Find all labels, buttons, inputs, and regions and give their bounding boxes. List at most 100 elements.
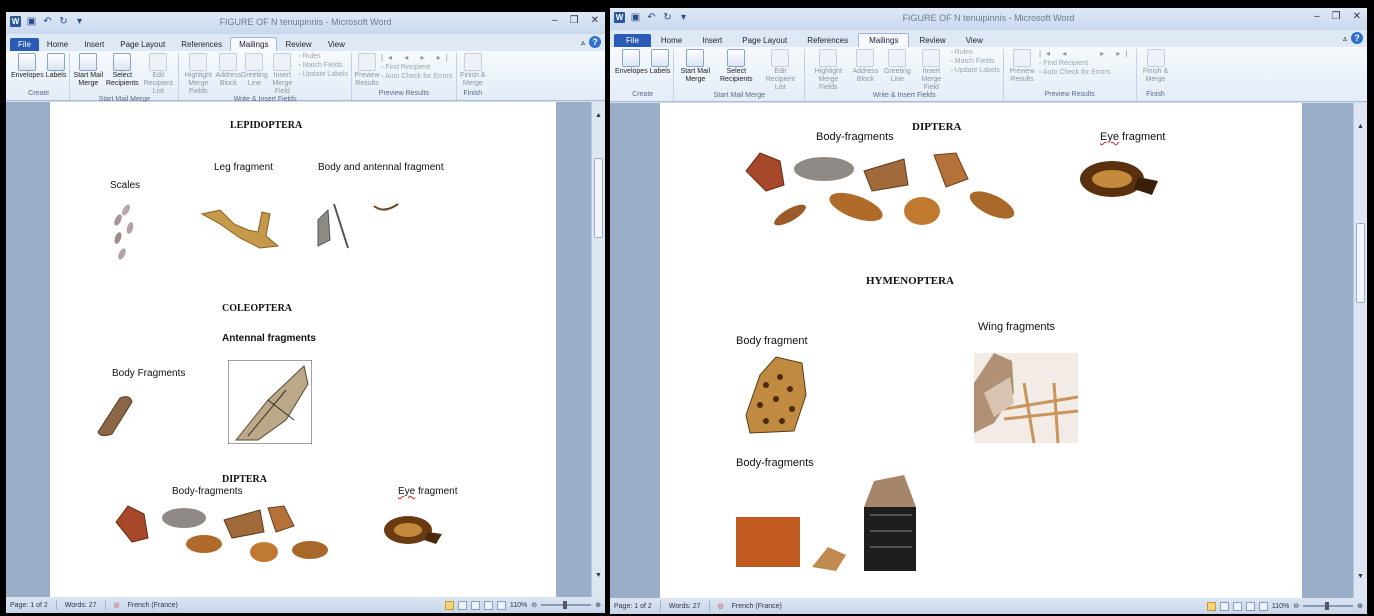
minimize-ribbon-icon[interactable]: ▵ <box>1343 34 1347 43</box>
zoom-slider[interactable] <box>1303 602 1354 610</box>
tab-review[interactable]: Review <box>909 34 955 47</box>
tab-references[interactable]: References <box>797 34 858 47</box>
envelopes-button[interactable]: Envelopes <box>615 49 648 76</box>
minimize-icon[interactable]: – <box>1314 11 1320 22</box>
tab-file[interactable]: File <box>614 34 651 47</box>
restore-icon[interactable]: ❐ <box>570 15 579 26</box>
finish-merge-button[interactable]: Finish & Merge <box>460 53 486 88</box>
zoom-in-icon[interactable]: ⊕ <box>595 601 601 609</box>
document-area[interactable]: DIPTERA Body-fragments Eye fragment HYME… <box>610 103 1353 598</box>
start-mail-merge-button[interactable]: Start Mail Merge <box>677 49 713 84</box>
record-navigation[interactable]: |◂ ◂ ▸ ▸| <box>1039 49 1133 58</box>
highlight-merge-fields-button[interactable]: Highlight Merge Fields <box>808 49 848 92</box>
scroll-down-icon[interactable]: ▼ <box>592 572 605 579</box>
scroll-down-icon[interactable]: ▼ <box>1354 573 1367 580</box>
preview-results-button[interactable]: Preview Results <box>354 53 379 88</box>
document-area[interactable]: LEPIDOPTERA Leg fragment Body and antenn… <box>6 102 591 597</box>
full-screen-view-button[interactable] <box>457 600 467 610</box>
rules-button[interactable]: Rules <box>298 53 348 60</box>
help-icon[interactable]: ? <box>1351 32 1363 44</box>
select-recipients-button[interactable]: Select Recipients <box>105 53 139 88</box>
match-fields-button[interactable]: Match Fields <box>950 58 1000 65</box>
insert-merge-field-button[interactable]: Insert Merge Field <box>268 53 296 96</box>
outline-view-button[interactable] <box>483 600 493 610</box>
greeting-line-button[interactable]: Greeting Line <box>241 53 268 88</box>
finish-merge-button[interactable]: Finish & Merge <box>1140 49 1172 84</box>
preview-icon <box>1012 49 1031 67</box>
find-recipient-button[interactable]: Find Recipient <box>381 64 453 71</box>
language-indicator[interactable]: French (France) <box>732 603 782 610</box>
word-count[interactable]: Words: 27 <box>65 602 97 609</box>
outline-view-button[interactable] <box>1245 601 1255 611</box>
language-indicator[interactable]: French (France) <box>128 602 178 609</box>
full-screen-view-button[interactable] <box>1219 601 1229 611</box>
vertical-scrollbar[interactable]: ▲ ▼ <box>1353 103 1367 598</box>
document-page[interactable]: DIPTERA Body-fragments Eye fragment HYME… <box>660 103 1302 598</box>
scroll-up-icon[interactable]: ▲ <box>1354 123 1367 130</box>
zoom-slider[interactable] <box>541 601 592 609</box>
rules-button[interactable]: Rules <box>950 49 1000 56</box>
tab-mailings[interactable]: Mailings <box>230 37 278 51</box>
tab-view[interactable]: View <box>956 34 993 47</box>
zoom-in-icon[interactable]: ⊕ <box>1357 602 1363 610</box>
minimize-icon[interactable]: – <box>552 15 558 26</box>
auto-check-errors-button[interactable]: Auto Check for Errors <box>1039 69 1133 76</box>
select-recipients-button[interactable]: Select Recipients <box>715 49 757 84</box>
greeting-line-button[interactable]: Greeting Line <box>882 49 912 84</box>
tab-file[interactable]: File <box>10 38 39 51</box>
edit-recipient-list-button[interactable]: Edit Recipient List <box>759 49 801 92</box>
auto-check-errors-button[interactable]: Auto Check for Errors <box>381 73 453 80</box>
labels-button[interactable]: Labels <box>650 49 670 76</box>
tab-review[interactable]: Review <box>277 38 319 51</box>
word-count[interactable]: Words: 27 <box>669 603 701 610</box>
tab-mailings[interactable]: Mailings <box>858 33 910 47</box>
update-labels-button[interactable]: Update Labels <box>950 67 1000 74</box>
page-count[interactable]: Page: 1 of 2 <box>614 603 652 610</box>
tab-page-layout[interactable]: Page Layout <box>732 34 797 47</box>
zoom-out-icon[interactable]: ⊖ <box>531 601 537 609</box>
start-mail-merge-button[interactable]: Start Mail Merge <box>73 53 103 88</box>
address-block-button[interactable]: Address Block <box>850 49 880 84</box>
document-page[interactable]: LEPIDOPTERA Leg fragment Body and antenn… <box>50 102 556 597</box>
zoom-level[interactable]: 110% <box>510 602 527 609</box>
scroll-up-icon[interactable]: ▲ <box>592 112 605 119</box>
update-labels-button[interactable]: Update Labels <box>298 71 348 78</box>
print-layout-view-button[interactable] <box>444 600 454 610</box>
tab-references[interactable]: References <box>173 38 230 51</box>
close-icon[interactable]: ✕ <box>1353 11 1361 22</box>
tab-insert[interactable]: Insert <box>692 34 732 47</box>
web-layout-view-button[interactable] <box>470 600 480 610</box>
minimize-ribbon-icon[interactable]: ▵ <box>581 38 585 47</box>
close-icon[interactable]: ✕ <box>591 15 599 26</box>
zoom-level[interactable]: 110% <box>1272 603 1289 610</box>
tab-home[interactable]: Home <box>39 38 76 51</box>
proofing-icon[interactable]: ◎ <box>114 601 120 609</box>
draft-view-button[interactable] <box>496 600 506 610</box>
restore-icon[interactable]: ❐ <box>1332 11 1341 22</box>
match-fields-button[interactable]: Match Fields <box>298 62 348 69</box>
insert-merge-field-button[interactable]: Insert Merge Field <box>914 49 948 92</box>
print-layout-view-button[interactable] <box>1206 601 1216 611</box>
record-navigation[interactable]: |◂ ◂ ▸ ▸| <box>381 53 453 62</box>
find-recipient-button[interactable]: Find Recipient <box>1039 60 1133 67</box>
envelopes-button[interactable]: Envelopes <box>11 53 44 80</box>
labels-button[interactable]: Labels <box>46 53 66 80</box>
address-block-button[interactable]: Address Block <box>216 53 241 88</box>
scroll-thumb[interactable] <box>1356 223 1365 303</box>
web-layout-view-button[interactable] <box>1232 601 1242 611</box>
highlight-merge-fields-button[interactable]: Highlight Merge Fields <box>182 53 214 96</box>
help-icon[interactable]: ? <box>589 36 601 48</box>
vertical-scrollbar[interactable]: ▲ ▼ <box>591 102 605 597</box>
tab-home[interactable]: Home <box>651 34 692 47</box>
proofing-icon[interactable]: ◎ <box>718 602 724 610</box>
tab-view[interactable]: View <box>320 38 353 51</box>
spell-error-word: Eye <box>1100 131 1119 143</box>
preview-results-button[interactable]: Preview Results <box>1007 49 1037 84</box>
tab-page-layout[interactable]: Page Layout <box>112 38 173 51</box>
page-count[interactable]: Page: 1 of 2 <box>10 602 48 609</box>
edit-recipient-list-button[interactable]: Edit Recipient List <box>141 53 175 96</box>
scroll-thumb[interactable] <box>594 158 603 238</box>
zoom-out-icon[interactable]: ⊖ <box>1293 602 1299 610</box>
draft-view-button[interactable] <box>1258 601 1268 611</box>
tab-insert[interactable]: Insert <box>76 38 112 51</box>
